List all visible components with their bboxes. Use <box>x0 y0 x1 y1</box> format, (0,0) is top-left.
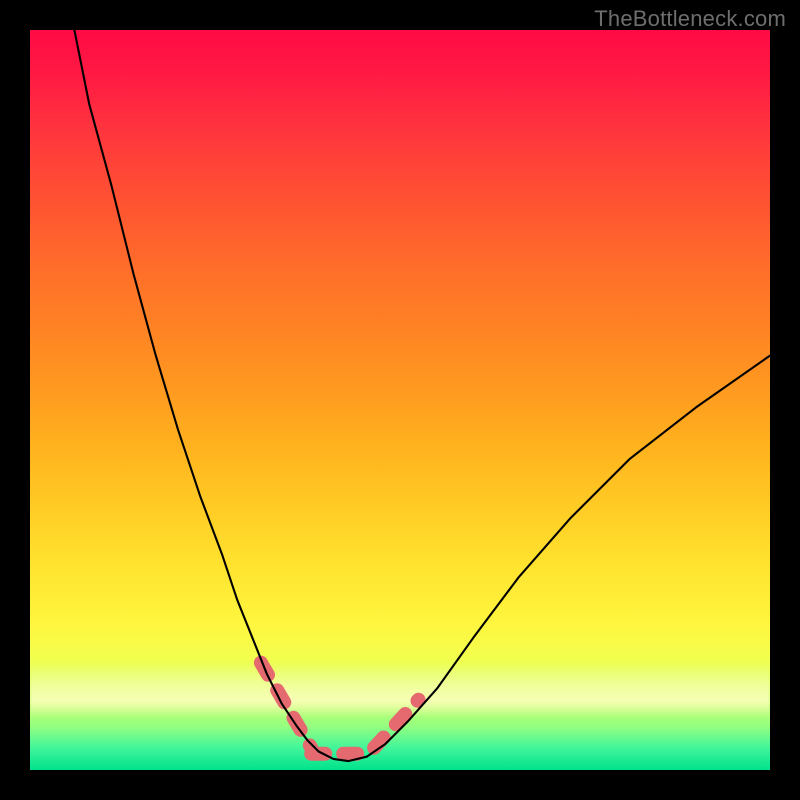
plot-svg <box>30 30 770 770</box>
plot-area <box>30 30 770 770</box>
bottleneck-curve <box>74 30 770 761</box>
watermark-text: TheBottleneck.com <box>594 6 786 32</box>
chart-container: TheBottleneck.com <box>0 0 800 800</box>
highlight-right-threshold <box>374 700 418 748</box>
